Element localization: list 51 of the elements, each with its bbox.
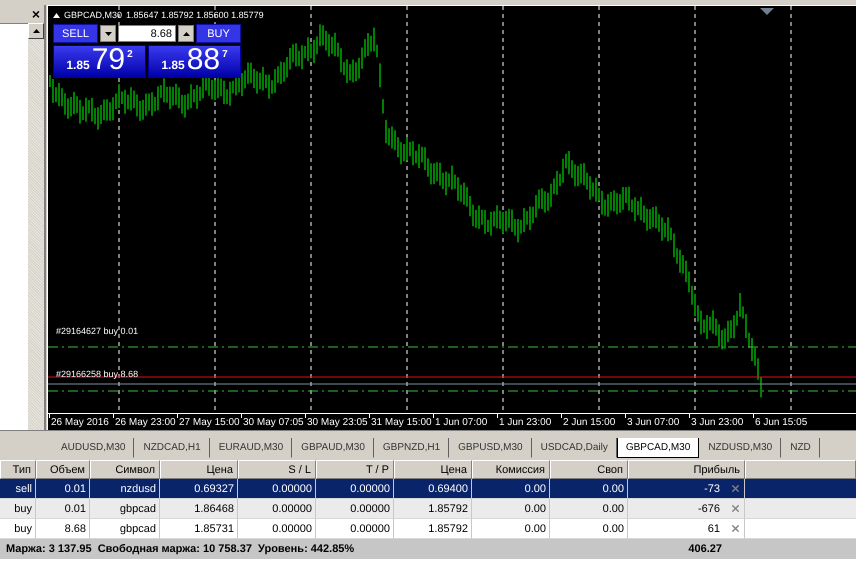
buy-button[interactable]: BUY xyxy=(196,24,241,43)
order-label: #29164627 buy 0.01 xyxy=(56,326,138,336)
scroll-up-button[interactable] xyxy=(28,23,44,39)
down-triangle-icon xyxy=(104,32,112,36)
up-triangle-icon[interactable] xyxy=(53,12,60,18)
time-axis-label: 31 May 15:00 xyxy=(371,416,432,428)
volume-up-button[interactable] xyxy=(178,25,194,42)
time-axis-label: 30 May 07:05 xyxy=(243,416,304,428)
chart-quotes: 1.85647 1.85792 1.85600 1.85779 xyxy=(126,10,264,20)
total-profit: 406.27 xyxy=(687,543,723,555)
time-axis-label: 26 May 23:00 xyxy=(115,416,176,428)
column-header[interactable]: Прибыль xyxy=(628,460,745,479)
column-header[interactable]: Тип xyxy=(0,460,36,479)
column-header[interactable]: Комиссия xyxy=(472,460,550,479)
close-button[interactable]: × xyxy=(32,7,40,21)
column-header[interactable]: Символ xyxy=(90,460,160,479)
time-axis-label: 1 Jun 23:00 xyxy=(499,416,552,428)
close-icon[interactable] xyxy=(730,523,741,534)
account-summary: Маржа: 3 137.95 Свободная маржа: 10 758.37 Уровень: 442.85% xyxy=(5,543,356,555)
order-label: #29166258 buy 8.68 xyxy=(56,369,138,379)
volume-down-button[interactable] xyxy=(100,25,116,42)
time-axis-label: 27 May 15:00 xyxy=(179,416,240,428)
trade-row[interactable]: buy 0.01 gbpcad 1.86468 0.00000 0.00000 1.85792 0.00 0.00 -676 xyxy=(0,499,856,519)
scrollbar[interactable] xyxy=(28,23,44,430)
profit-cell: -73 xyxy=(704,482,720,494)
trade-row[interactable]: buy 8.68 gbpcad 1.85731 0.00000 0.00000 1.85792 0.00 0.00 61 xyxy=(0,519,856,539)
time-axis-label: 26 May 2016 xyxy=(51,416,109,428)
time-axis-label: 6 Jun 15:05 xyxy=(755,416,808,428)
time-axis-label: 3 Jun 07:00 xyxy=(627,416,680,428)
profit-cell: 61 xyxy=(708,522,720,534)
sell-button[interactable]: SELL xyxy=(53,24,98,43)
column-header[interactable]: S / L xyxy=(238,460,316,479)
column-header[interactable]: Цена xyxy=(394,460,472,479)
time-axis-label: 30 May 23:05 xyxy=(307,416,368,428)
chart-tab[interactable]: GBPCAD,M30 xyxy=(616,438,700,458)
profit-cell: -676 xyxy=(698,502,720,514)
close-icon[interactable] xyxy=(730,483,741,494)
close-icon[interactable] xyxy=(730,503,741,514)
column-header[interactable]: Цена xyxy=(160,460,238,479)
time-axis-label: 2 Jun 15:00 xyxy=(563,416,616,428)
time-axis-label: 3 Jun 23:00 xyxy=(691,416,744,428)
time-axis-label: 1 Jun 07:00 xyxy=(435,416,488,428)
volume-field[interactable]: 8.68 xyxy=(118,25,176,42)
up-triangle-icon xyxy=(182,32,190,36)
column-header[interactable]: Объем xyxy=(36,460,90,479)
column-header[interactable]: Своп xyxy=(550,460,628,479)
trade-row[interactable]: sell 0.01 nzdusd 0.69327 0.00000 0.00000 0.69400 0.00 0.00 -73 xyxy=(0,479,856,499)
column-header[interactable]: T / P xyxy=(316,460,394,479)
up-triangle-icon xyxy=(32,29,40,33)
shift-marker-icon[interactable] xyxy=(760,8,774,15)
chart-symbol: GBPCAD,M30 xyxy=(64,10,122,20)
